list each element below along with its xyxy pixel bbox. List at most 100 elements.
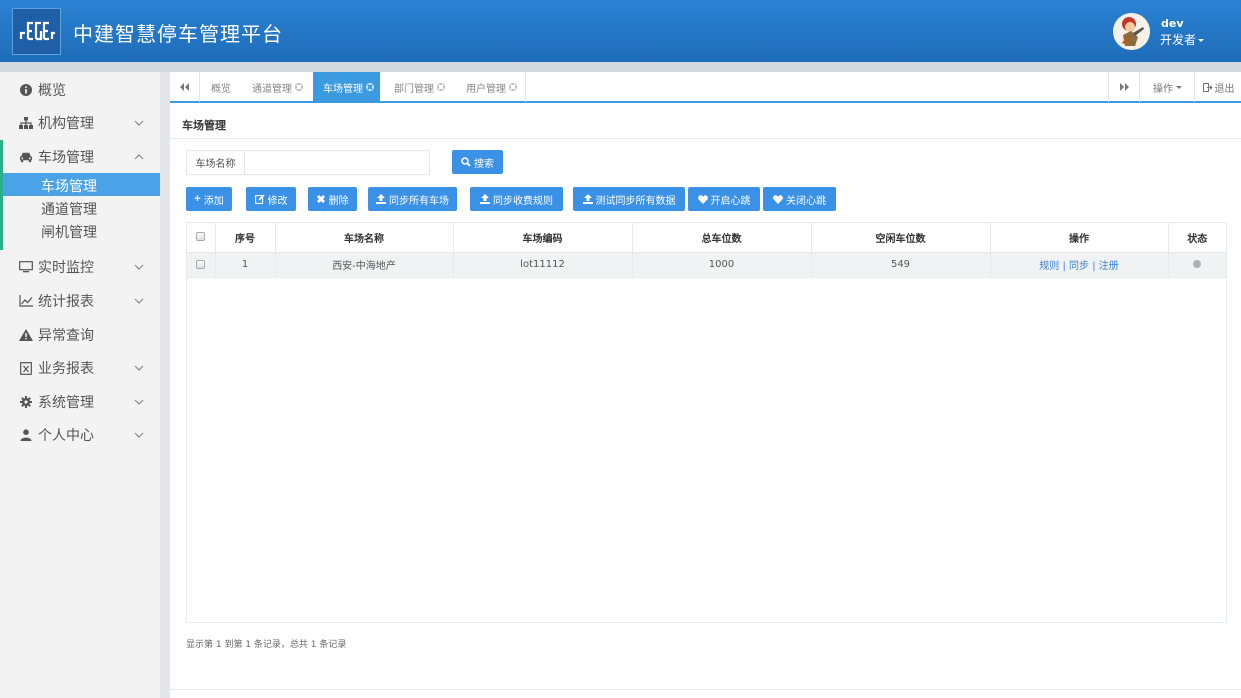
- tab-overview[interactable]: 概览: [201, 72, 236, 102]
- excel-file-icon: [19, 361, 33, 375]
- sync-fee-rules-button[interactable]: 同步收费规则: [470, 187, 563, 211]
- sitemap-icon: [19, 116, 33, 130]
- user-name: dev: [1161, 17, 1184, 30]
- user-role-dropdown[interactable]: 开发者: [1160, 31, 1205, 48]
- cell-free-spaces: 549: [811, 252, 991, 278]
- table-row[interactable]: 1 西安-中海地产 lot11112 1000 549 规则 | 同步 | 注册: [187, 252, 1226, 278]
- tab-bar: 概览 通道管理 车场管理 部门管理 用户管理 操作 退出: [170, 72, 1241, 103]
- monitor-icon: [19, 260, 33, 274]
- sidebar-item-exception-query[interactable]: 异常查询: [0, 320, 160, 350]
- tab-operations-dropdown[interactable]: 操作: [1141, 72, 1195, 102]
- edit-icon: [254, 194, 265, 204]
- sidebar-item-system-management[interactable]: 系统管理: [0, 387, 160, 417]
- scroll-tabs-left-button[interactable]: [170, 72, 200, 102]
- sidebar-subitem-lot-management[interactable]: 车场管理: [0, 173, 160, 196]
- sidebar-subitem-gate-management[interactable]: 闸机管理: [0, 219, 160, 242]
- sidebar-item-lot-management[interactable]: 车场管理: [0, 142, 160, 172]
- row-select-cell[interactable]: [187, 252, 216, 278]
- sync-all-lots-label: 同步所有车场: [389, 195, 449, 207]
- upload-icon: [480, 194, 490, 204]
- edit-button[interactable]: 修改: [246, 187, 296, 211]
- close-tab-icon[interactable]: [437, 83, 445, 91]
- column-header: 车场名称: [275, 223, 454, 253]
- top-header: 中建智慧停车管理平台 dev 开发者: [0, 0, 1241, 62]
- sidebar-item-realtime-monitor[interactable]: 实时监控: [0, 252, 160, 282]
- tab-label: 用户管理: [466, 83, 506, 95]
- select-all-checkbox[interactable]: [196, 232, 206, 242]
- column-header: 空闲车位数: [811, 223, 991, 253]
- delete-button[interactable]: ✖ 删除: [308, 187, 357, 211]
- heartbeat-on-button[interactable]: 开启心跳: [688, 187, 760, 211]
- sign-out-icon: [1202, 82, 1213, 92]
- tab-department-management[interactable]: 部门管理: [384, 72, 452, 102]
- user-avatar[interactable]: [1113, 13, 1150, 50]
- sidebar-item-personal-center[interactable]: 个人中心: [0, 420, 160, 450]
- upload-icon: [376, 194, 386, 204]
- tab-label: 部门管理: [394, 83, 434, 95]
- app-title: 中建智慧停车管理平台: [73, 22, 283, 46]
- logout-label: 退出: [1214, 83, 1235, 95]
- add-button-label: 添加: [203, 195, 224, 207]
- line-chart-icon: [19, 294, 33, 308]
- sidebar-subitem-label: 通道管理: [41, 202, 97, 218]
- user-icon: [19, 428, 33, 442]
- close-tab-icon[interactable]: [366, 83, 374, 91]
- heartbeat-off-label: 关闭心跳: [786, 195, 826, 207]
- sidebar-subitem-channel-management[interactable]: 通道管理: [0, 196, 160, 219]
- sync-all-lots-button[interactable]: 同步所有车场: [368, 187, 457, 211]
- sidebar-item-org[interactable]: 机构管理: [0, 108, 160, 138]
- heading-divider: [170, 138, 1241, 139]
- sidebar-item-label: 统计报表: [38, 294, 94, 310]
- heartbeat-off-button[interactable]: 关闭心跳: [763, 187, 836, 211]
- sidebar-item-label: 系统管理: [38, 395, 94, 411]
- sidebar-subitem-label: 闸机管理: [41, 225, 97, 241]
- rule-link[interactable]: 规则: [1039, 261, 1059, 272]
- chevron-up-icon: [134, 154, 144, 160]
- cell-operations: 规则 | 同步 | 注册: [990, 252, 1169, 278]
- delete-button-label: 删除: [328, 195, 349, 207]
- tab-user-management[interactable]: 用户管理: [456, 72, 526, 102]
- sidebar-item-business-report[interactable]: 业务报表: [0, 353, 160, 383]
- tab-label: 车场管理: [323, 83, 363, 95]
- search-button-label: 搜索: [474, 158, 494, 170]
- close-tab-icon[interactable]: [295, 83, 303, 91]
- tab-channel-management[interactable]: 通道管理: [242, 72, 310, 102]
- sidebar-item-overview[interactable]: 概览: [0, 75, 160, 105]
- sidebar-item-statistics[interactable]: 统计报表: [0, 286, 160, 316]
- cell-lot-code: lot11112: [453, 252, 633, 278]
- chevron-down-icon: [134, 298, 144, 304]
- sidebar-item-label: 概览: [38, 83, 66, 99]
- lot-name-search-input[interactable]: [245, 150, 430, 175]
- chevron-down-icon: [134, 432, 144, 438]
- add-button[interactable]: + 添加: [186, 187, 232, 211]
- main-content: 车场管理 车场名称 搜索 + 添加 修改 ✖ 删除 同步所有车场 同步收费规则 测试…: [170, 104, 1241, 698]
- search-button[interactable]: 搜索: [452, 150, 503, 174]
- tab-label: 通道管理: [252, 83, 292, 95]
- cscec-logo: [12, 8, 61, 55]
- select-all-cell[interactable]: [187, 223, 216, 253]
- cell-total-spaces: 1000: [632, 252, 812, 278]
- lot-table: 序号 车场名称 车场编码 总车位数 空闲车位数 操作 状态 1 西安-中海地产 …: [187, 223, 1226, 278]
- close-tab-icon[interactable]: [509, 83, 517, 91]
- header-separator: [0, 62, 1241, 72]
- search-icon: [461, 157, 471, 167]
- upload-icon: [582, 194, 593, 204]
- test-sync-all-button[interactable]: 测试同步所有数据: [573, 187, 685, 211]
- pagination-info: 显示第 1 到第 1 条记录，总共 1 条记录: [186, 640, 347, 650]
- user-role-label: 开发者: [1160, 33, 1197, 47]
- register-link[interactable]: 注册: [1099, 261, 1119, 272]
- cell-status: [1168, 252, 1226, 278]
- logout-button[interactable]: 退出: [1196, 72, 1241, 102]
- tab-label: 概览: [211, 83, 231, 95]
- scroll-tabs-right-button[interactable]: [1108, 72, 1140, 102]
- sync-link[interactable]: 同步: [1069, 261, 1089, 272]
- caret-down-icon: [1198, 39, 1205, 42]
- tab-operations-label: 操作: [1153, 83, 1173, 95]
- sidebar-item-label: 异常查询: [38, 328, 94, 344]
- tab-lot-management[interactable]: 车场管理: [313, 72, 380, 102]
- row-checkbox[interactable]: [196, 259, 206, 269]
- column-header: 操作: [990, 223, 1169, 253]
- link-separator: |: [1062, 261, 1066, 272]
- sidebar-item-label: 实时监控: [38, 260, 94, 276]
- caret-down-icon: [1176, 85, 1182, 89]
